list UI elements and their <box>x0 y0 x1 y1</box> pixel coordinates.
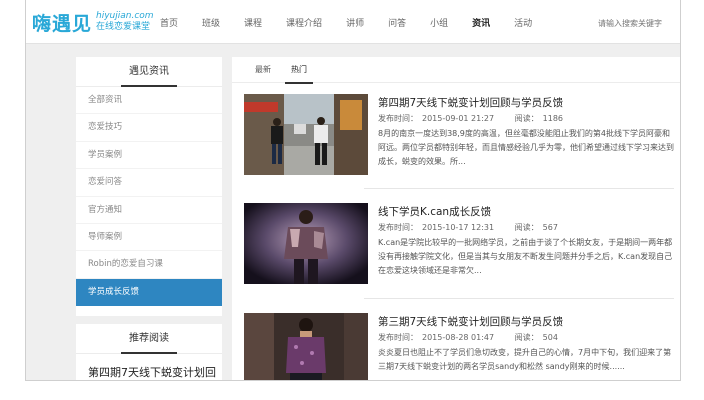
publish-label: 发布时间： <box>378 223 418 232</box>
recommended-reading: 推荐阅读 第四期7天线下蜕变计划回 <box>76 324 222 380</box>
article-excerpt: 炎炎夏日也阻止不了学员们急切改变，提升自己的心情，7月中下旬，我们迎来了第三期7… <box>378 348 672 371</box>
reads-label: 阅读： <box>514 223 539 232</box>
logo-subtitle: hiyujian.com 在线恋爱课堂 <box>96 11 154 33</box>
sidebar-item-student-cases[interactable]: 学员案例 <box>76 142 222 170</box>
article-thumbnail[interactable] <box>244 94 368 175</box>
nav-groups[interactable]: 小组 <box>430 16 448 29</box>
article-title[interactable]: 第三期7天线下蜕变计划回顾与学员反馈 <box>378 314 563 329</box>
site-logo[interactable]: 嗨遇见 hiyujian.com 在线恋爱课堂 <box>32 9 154 35</box>
main-nav: 首页 班级 课程 课程介绍 讲师 问答 小组 资讯 活动 <box>160 0 556 44</box>
tab-latest[interactable]: 最新 <box>255 57 271 83</box>
divider <box>364 298 674 299</box>
nav-classes[interactable]: 班级 <box>202 16 220 29</box>
sidebar-item-love-skills[interactable]: 恋爱技巧 <box>76 114 222 142</box>
nav-news[interactable]: 资讯 <box>472 16 490 29</box>
sidebar-item-all-news[interactable]: 全部资讯 <box>76 87 222 115</box>
article-excerpt: 8月的南京一度达到38,9度的高温，但丝毫都没能阻止我们的第4批线下学员阿豪和阿… <box>378 129 674 166</box>
publish-date: 2015-10-17 12:31 <box>422 223 495 232</box>
publish-date: 2015-09-01 21:27 <box>422 114 495 123</box>
sidebar-item-official-notices[interactable]: 官方通知 <box>76 197 222 224</box>
nav-home[interactable]: 首页 <box>160 16 178 29</box>
article-meta: 发布时间： 2015-08-28 01:47 阅读： 504 <box>378 332 562 343</box>
search-input[interactable] <box>592 14 680 32</box>
publish-date: 2015-08-28 01:47 <box>422 333 495 342</box>
logo-text: 嗨遇见 <box>32 12 93 35</box>
article-meta: 发布时间： 2015-09-01 21:27 阅读： 1186 <box>378 113 567 124</box>
recommended-title: 推荐阅读 <box>76 324 222 354</box>
logo-url: hiyujian.com <box>96 11 154 21</box>
publish-label: 发布时间： <box>378 333 418 342</box>
article-title[interactable]: 线下学员K.can成长反馈 <box>378 204 491 219</box>
sidebar-item-robin-class[interactable]: Robin的恋爱自习课 <box>76 251 222 279</box>
reads-label: 阅读： <box>514 114 539 123</box>
nav-course-intro[interactable]: 课程介绍 <box>286 16 322 29</box>
article-item[interactable]: 第四期7天线下蜕变计划回顾与学员反馈 发布时间： 2015-09-01 21:27… <box>244 94 674 179</box>
reads-count: 504 <box>542 333 558 342</box>
list-tabs: 最新 热门 <box>232 57 680 84</box>
news-sidebar: 遇见资讯 全部资讯 恋爱技巧 学员案例 恋爱问答 官方通知 导师案例 Robin… <box>76 57 222 316</box>
article-meta: 发布时间： 2015-10-17 12:31 阅读： 567 <box>378 222 562 233</box>
reads-label: 阅读： <box>514 333 539 342</box>
nav-qa[interactable]: 问答 <box>388 16 406 29</box>
sidebar-item-love-qa[interactable]: 恋爱问答 <box>76 169 222 197</box>
article-thumbnail[interactable] <box>244 203 368 284</box>
browser-frame: 嗨遇见 hiyujian.com 在线恋爱课堂 首页 班级 课程 课程介绍 讲师… <box>25 0 681 381</box>
divider <box>364 188 674 189</box>
article-item[interactable]: 线下学员K.can成长反馈 发布时间： 2015-10-17 12:31 阅读： 5… <box>244 203 674 288</box>
recommended-article-link[interactable]: 第四期7天线下蜕变计划回 <box>76 354 222 380</box>
article-excerpt: K.can是学院比较早的一批网络学员，之前由于谈了个长期女友，于是期间一两年都没… <box>378 238 673 275</box>
reads-count: 567 <box>542 223 558 232</box>
article-thumbnail[interactable] <box>244 313 368 380</box>
article-list-panel: 最新 热门 第四期7天线下蜕变计划回顾与学员反馈 发布时间： 2015-09-0… <box>232 57 680 380</box>
article-item[interactable]: 第三期7天线下蜕变计划回顾与学员反馈 发布时间： 2015-08-28 01:47… <box>244 313 674 380</box>
logo-tagline: 在线恋爱课堂 <box>96 22 151 32</box>
sidebar-item-student-growth[interactable]: 学员成长反馈 <box>76 278 222 307</box>
article-title[interactable]: 第四期7天线下蜕变计划回顾与学员反馈 <box>378 95 563 110</box>
nav-teachers[interactable]: 讲师 <box>346 16 364 29</box>
nav-courses[interactable]: 课程 <box>244 16 262 29</box>
publish-label: 发布时间： <box>378 114 418 123</box>
site-header: 嗨遇见 hiyujian.com 在线恋爱课堂 首页 班级 课程 课程介绍 讲师… <box>26 0 680 44</box>
sidebar-title: 遇见资讯 <box>76 57 222 87</box>
reads-count: 1186 <box>542 114 563 123</box>
tab-popular[interactable]: 热门 <box>285 57 313 84</box>
sidebar-item-mentor-cases[interactable]: 导师案例 <box>76 224 222 252</box>
nav-events[interactable]: 活动 <box>514 16 532 29</box>
